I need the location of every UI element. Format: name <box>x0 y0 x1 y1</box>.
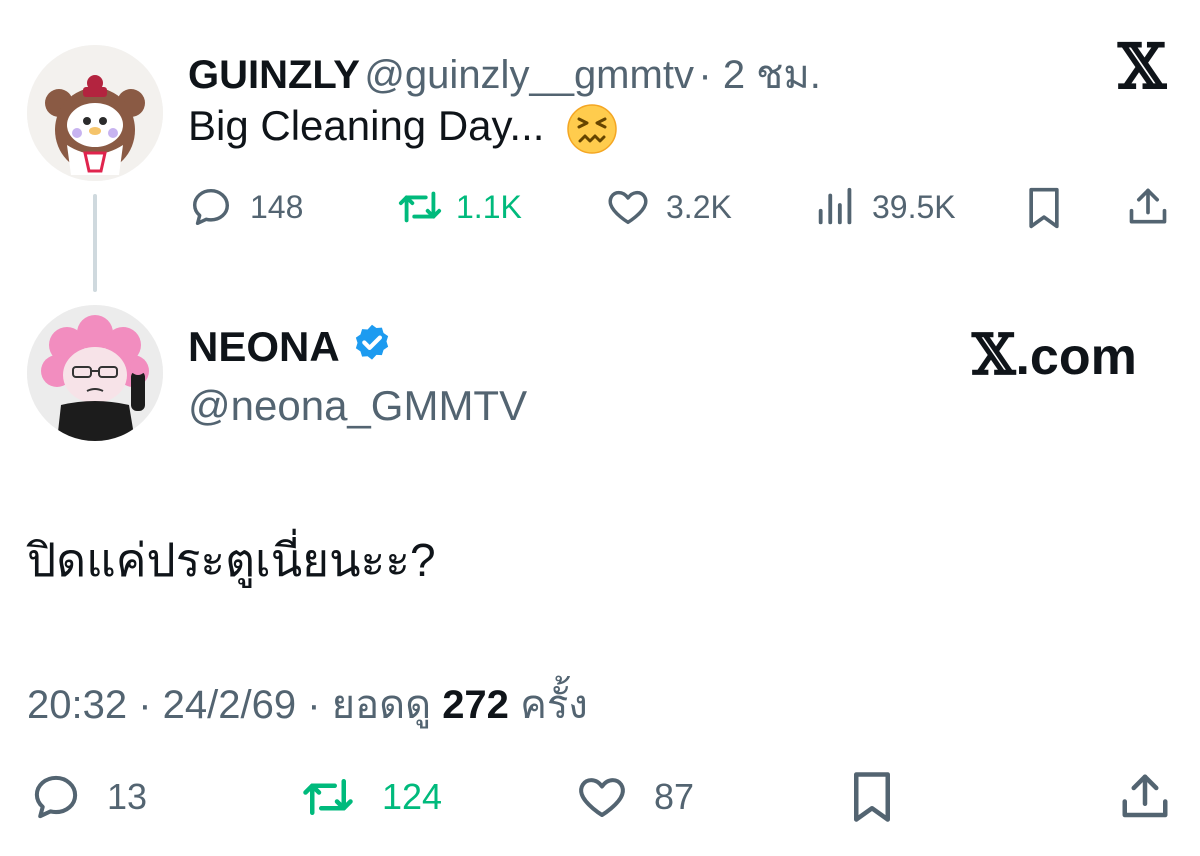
reply-view-suffix: ครั้ง <box>520 683 588 727</box>
guinzly-avatar[interactable] <box>27 45 163 181</box>
repost-icon <box>298 770 358 824</box>
share-icon <box>1118 774 1172 828</box>
heart-icon <box>572 770 632 824</box>
parent-views-button[interactable]: 39.5K <box>816 184 956 230</box>
parent-author-name[interactable]: GUINZLY <box>188 53 360 97</box>
reply-post-text: ปิดแค่ประตูเนี่ยนะะ? <box>27 534 436 586</box>
x-logo-icon[interactable]: 𝕏 <box>1118 30 1166 103</box>
neona-avatar[interactable] <box>27 305 163 441</box>
parent-like-count: 3.2K <box>666 188 732 225</box>
repost-icon <box>396 184 444 230</box>
heart-icon <box>604 184 652 230</box>
reply-author-name[interactable]: NEONA <box>188 323 340 371</box>
parent-bookmark-button[interactable] <box>1024 186 1064 235</box>
reply-reply-count: 13 <box>107 776 148 817</box>
reply-reply-button[interactable]: 13 <box>27 770 147 824</box>
parent-time-ago[interactable]: · 2 ชม. <box>698 53 820 97</box>
views-bar-chart-icon <box>816 184 856 230</box>
parent-view-count: 39.5K <box>872 188 956 225</box>
parent-reply-button[interactable]: 148 <box>188 184 303 230</box>
reply-timestamp[interactable]: 20:32 · 24/2/69 · ยอดดู <box>27 683 431 727</box>
parent-share-button[interactable] <box>1126 184 1170 235</box>
bookmark-icon <box>1024 187 1064 234</box>
parent-post-text: Big Cleaning Day... <box>188 102 545 149</box>
reply-share-button[interactable] <box>1118 770 1172 829</box>
reply-author-handle[interactable]: @neona_GMMTV <box>188 382 527 430</box>
x-dot-com-watermark: 𝕏.com <box>972 322 1137 388</box>
reply-icon <box>27 770 85 824</box>
parent-repost-button[interactable]: 1.1K <box>396 184 522 230</box>
reply-bookmark-button[interactable] <box>848 770 896 829</box>
reply-author-row: NEONA <box>188 322 394 371</box>
share-icon <box>1126 188 1170 234</box>
confounded-face-emoji <box>566 103 618 155</box>
parent-post-header: GUINZLY @guinzly__gmmtv · 2 ชม. <box>188 42 821 106</box>
verified-badge-icon <box>350 322 394 371</box>
x-watermark-text: .com <box>1015 328 1137 386</box>
reply-view-count: 272 <box>442 683 509 727</box>
parent-author-handle[interactable]: @guinzly__gmmtv <box>364 53 694 97</box>
reply-icon <box>188 184 234 230</box>
bookmark-icon <box>848 772 896 828</box>
reply-repost-count: 124 <box>382 776 443 817</box>
reply-repost-button[interactable]: 124 <box>298 770 442 824</box>
reply-timestamp-row: 20:32 · 24/2/69 · ยอดดู 272 ครั้ง <box>27 672 588 736</box>
reply-like-button[interactable]: 87 <box>572 770 694 824</box>
x-watermark-icon: 𝕏 <box>972 322 1016 388</box>
parent-reply-count: 148 <box>250 188 304 225</box>
parent-post-text-row: Big Cleaning Day... <box>188 102 618 155</box>
reply-like-count: 87 <box>654 776 695 817</box>
thread-connector-line <box>93 194 97 292</box>
parent-repost-count: 1.1K <box>456 188 522 225</box>
parent-like-button[interactable]: 3.2K <box>604 184 732 230</box>
